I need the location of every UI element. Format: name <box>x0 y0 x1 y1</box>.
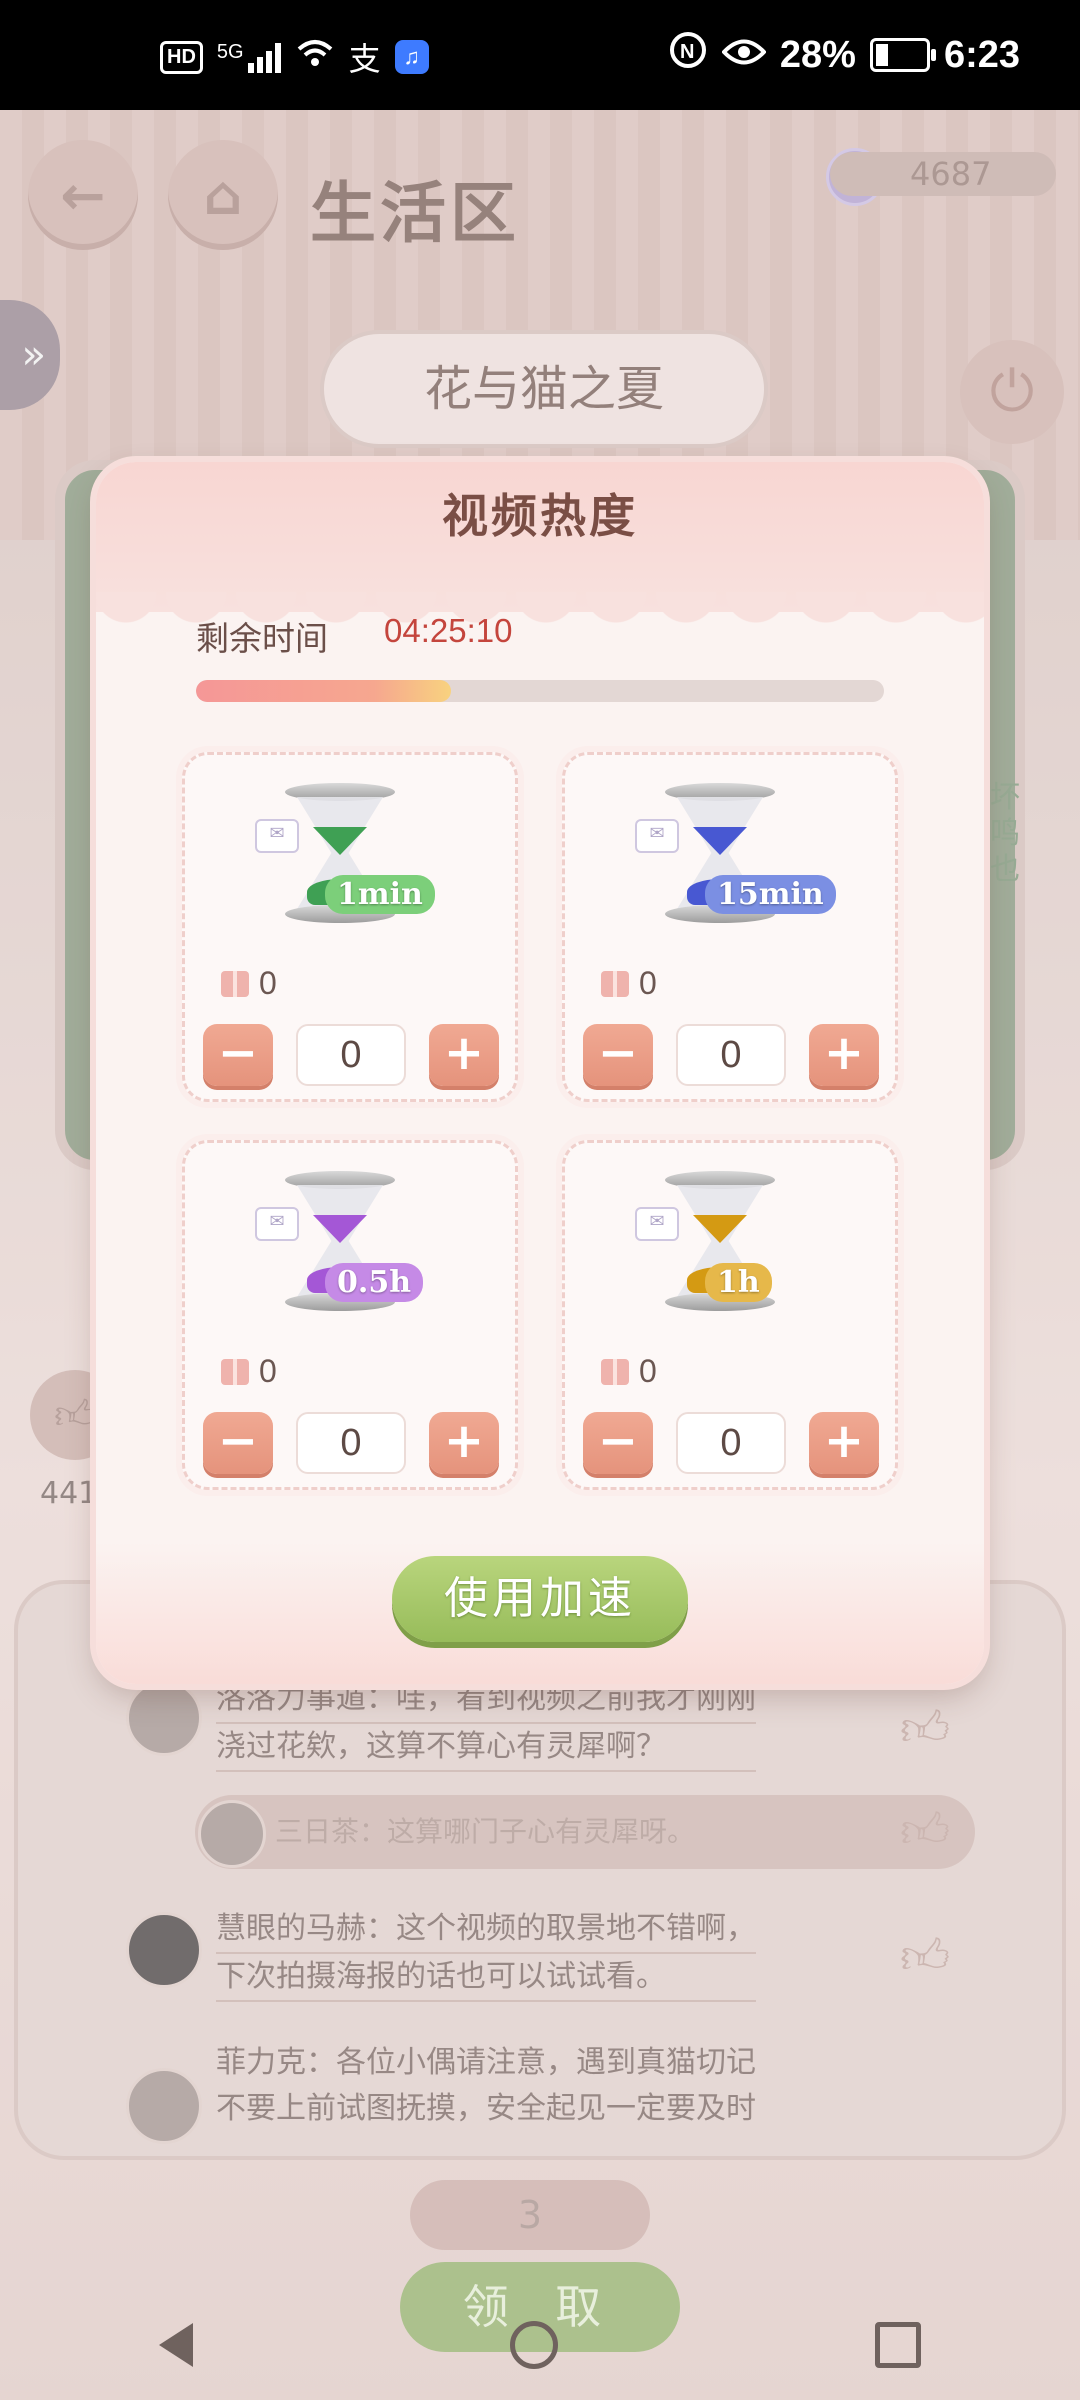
5g-signal-icon: 5G <box>217 41 281 73</box>
duration-badge: 1h <box>705 1263 772 1302</box>
decrement-button[interactable]: − <box>203 1024 273 1086</box>
decrement-button[interactable]: − <box>583 1024 653 1086</box>
remaining-time-row: 剩余时间 04:25:10 <box>196 612 512 660</box>
owned-count: 0 <box>601 965 657 1002</box>
price-tag-icon: ✉ <box>255 1207 299 1241</box>
status-left: HD 5G 支 ♫ <box>160 34 429 80</box>
system-nav-bar <box>0 2290 1080 2400</box>
wifi-icon <box>295 37 335 77</box>
increment-button[interactable]: + <box>429 1412 499 1474</box>
hd-icon: HD <box>160 40 203 74</box>
owned-value: 0 <box>639 1353 657 1389</box>
owned-value: 0 <box>259 1353 277 1389</box>
heat-progress-bar <box>196 680 884 702</box>
accelerator-card: ✉ 15min 0 − 0 + <box>562 752 898 1102</box>
heat-progress-fill <box>196 680 451 702</box>
music-app-icon: ♫ <box>394 40 429 74</box>
gift-icon <box>221 970 249 997</box>
remaining-time-value: 04:25:10 <box>384 612 513 649</box>
duration-badge: 0.5h <box>325 1263 424 1302</box>
increment-button[interactable]: + <box>429 1024 499 1086</box>
accelerator-card: ✉ 0.5h 0 − 0 + <box>182 1140 518 1490</box>
gift-icon <box>601 1358 629 1385</box>
nav-recents-icon[interactable] <box>875 2322 922 2368</box>
hourglass-icon: ✉ 15min <box>635 783 836 933</box>
gift-icon <box>601 970 629 997</box>
clock: 6:23 <box>943 33 1020 76</box>
dialog-title: 视频热度 <box>442 489 638 543</box>
remaining-time-label: 剩余时间 <box>196 619 328 658</box>
owned-count: 0 <box>221 1353 277 1390</box>
svg-text:N: N <box>680 41 694 63</box>
owned-value: 0 <box>259 965 277 1001</box>
network-type: 5G <box>216 41 244 63</box>
quantity-field[interactable]: 0 <box>296 1412 406 1474</box>
price-tag-icon: ✉ <box>635 819 679 853</box>
duration-badge: 15min <box>705 875 836 914</box>
decrement-button[interactable]: − <box>583 1412 653 1474</box>
quantity-field[interactable]: 0 <box>676 1412 786 1474</box>
quantity-field[interactable]: 0 <box>296 1024 406 1086</box>
quantity-stepper: − 0 + <box>203 1411 499 1475</box>
quantity-field[interactable]: 0 <box>676 1024 786 1086</box>
video-heat-dialog: 视频热度 剩余时间 04:25:10 ✉ 1min 0 − 0 + ✉ 15mi… <box>96 462 984 1684</box>
nav-back-icon[interactable] <box>158 2323 193 2367</box>
battery-icon <box>869 38 936 72</box>
hourglass-icon: ✉ 1min <box>255 783 435 933</box>
accelerator-card: ✉ 1min 0 − 0 + <box>182 752 518 1102</box>
nfc-icon: N <box>668 30 708 80</box>
accelerator-card: ✉ 1h 0 − 0 + <box>562 1140 898 1490</box>
battery-percent: 28% <box>779 33 856 76</box>
owned-value: 0 <box>639 965 657 1001</box>
increment-button[interactable]: + <box>809 1024 879 1086</box>
price-tag-icon: ✉ <box>255 819 299 853</box>
owned-count: 0 <box>601 1353 657 1390</box>
quantity-stepper: − 0 + <box>583 1411 879 1475</box>
status-right: N 28% 6:23 <box>668 30 1020 80</box>
quantity-stepper: − 0 + <box>583 1023 879 1087</box>
duration-badge: 1min <box>325 875 435 914</box>
alipay-icon: 支 <box>348 41 381 77</box>
eye-icon <box>721 34 767 77</box>
hourglass-icon: ✉ 1h <box>635 1171 805 1321</box>
quantity-stepper: − 0 + <box>203 1023 499 1087</box>
hourglass-icon: ✉ 0.5h <box>255 1171 425 1321</box>
increment-button[interactable]: + <box>809 1412 879 1474</box>
decrement-button[interactable]: − <box>203 1412 273 1474</box>
use-accelerate-button[interactable]: 使用加速 <box>392 1556 688 1642</box>
status-bar: HD 5G 支 ♫ N 28% 6:23 <box>0 0 1080 110</box>
price-tag-icon: ✉ <box>635 1207 679 1241</box>
gift-icon <box>221 1358 249 1385</box>
owned-count: 0 <box>221 965 277 1002</box>
nav-home-icon[interactable] <box>509 2321 558 2369</box>
